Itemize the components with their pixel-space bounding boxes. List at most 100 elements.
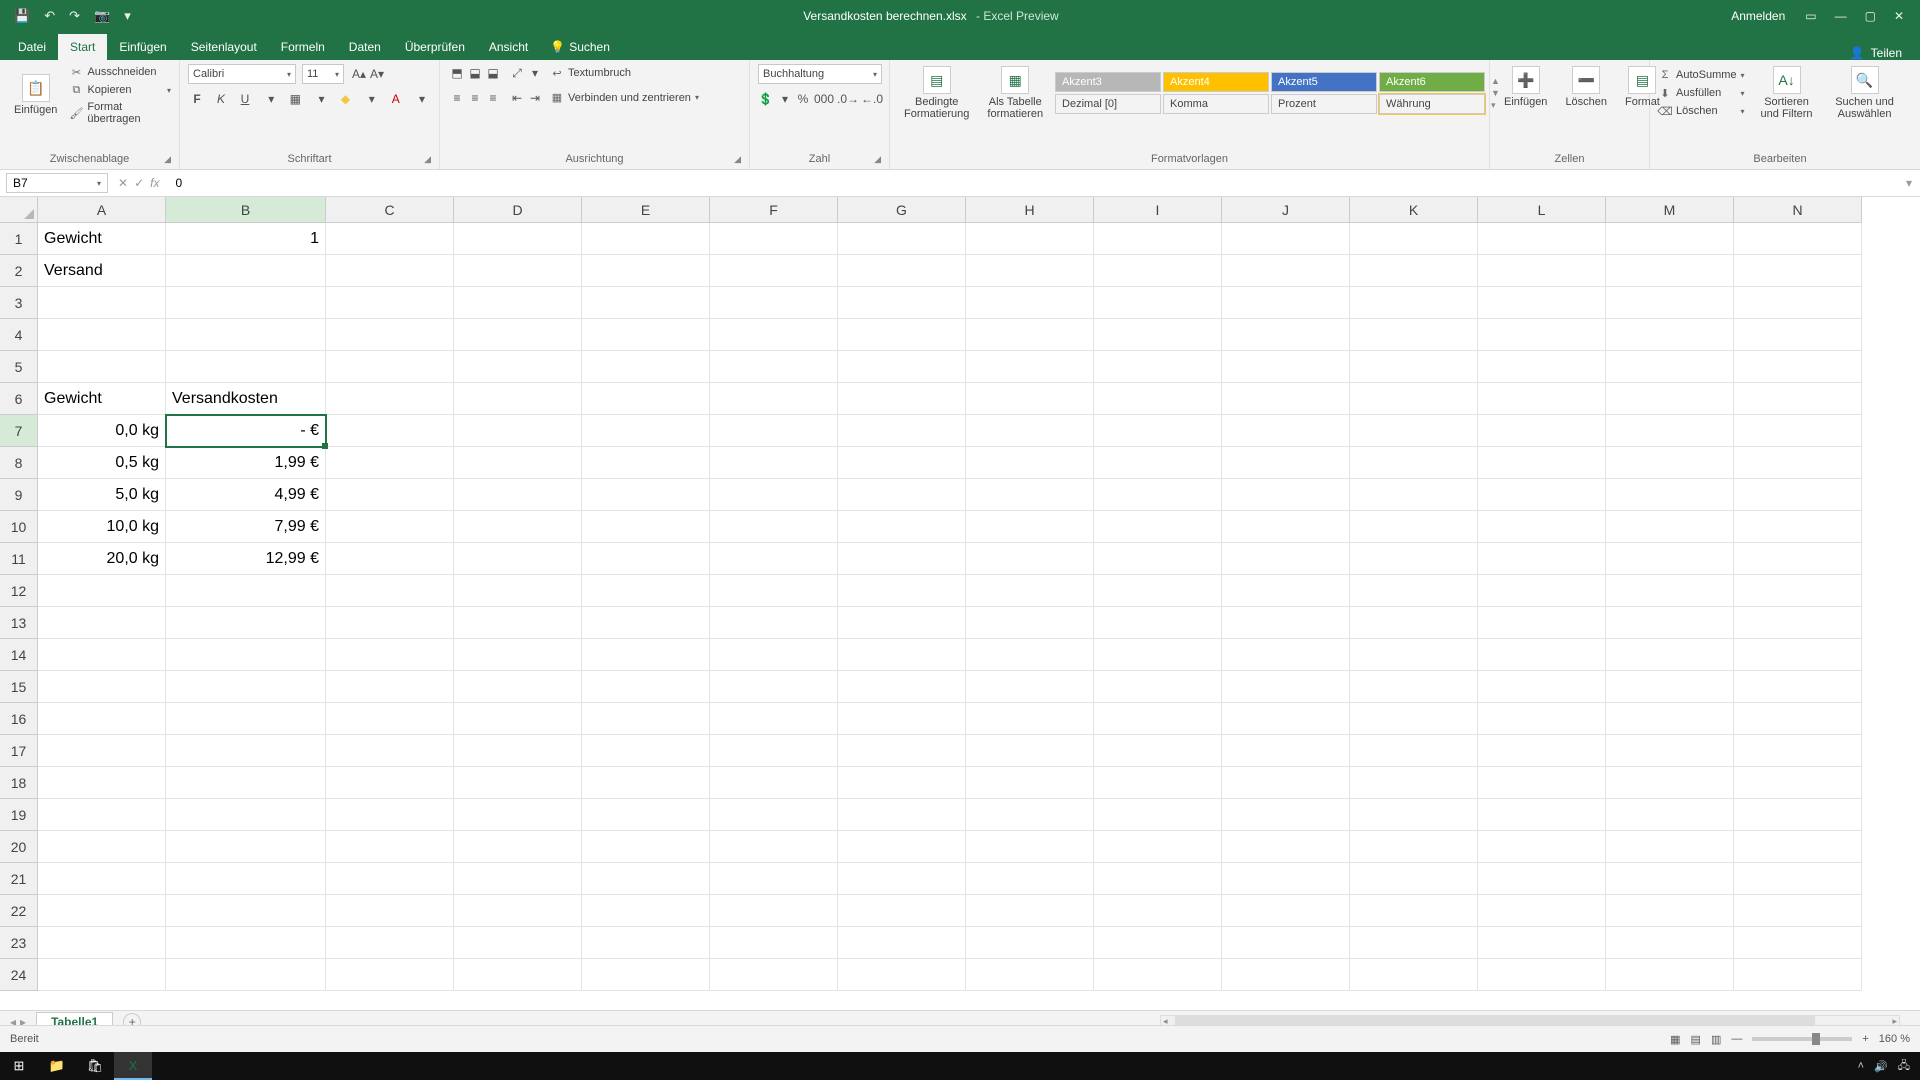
cell-B20[interactable]	[166, 831, 326, 863]
cell-M14[interactable]	[1606, 639, 1734, 671]
cell-E24[interactable]	[582, 959, 710, 991]
cell-E1[interactable]	[582, 223, 710, 255]
cell-K1[interactable]	[1350, 223, 1478, 255]
cell-J15[interactable]	[1222, 671, 1350, 703]
column-header-A[interactable]: A	[38, 197, 166, 223]
cell-G8[interactable]	[838, 447, 966, 479]
cell-M10[interactable]	[1606, 511, 1734, 543]
cell-N5[interactable]	[1734, 351, 1862, 383]
cell-G21[interactable]	[838, 863, 966, 895]
cell-C13[interactable]	[326, 607, 454, 639]
row-header-23[interactable]: 23	[0, 927, 38, 959]
row-header-7[interactable]: 7	[0, 415, 38, 447]
cell-D2[interactable]	[454, 255, 582, 287]
cell-H9[interactable]	[966, 479, 1094, 511]
cell-M5[interactable]	[1606, 351, 1734, 383]
cell-H18[interactable]	[966, 767, 1094, 799]
cell-A20[interactable]	[38, 831, 166, 863]
style-akzent4[interactable]: Akzent4	[1163, 72, 1269, 92]
cell-I4[interactable]	[1094, 319, 1222, 351]
page-break-view-button[interactable]: ▥	[1711, 1033, 1721, 1046]
cell-D21[interactable]	[454, 863, 582, 895]
cell-J16[interactable]	[1222, 703, 1350, 735]
cell-K19[interactable]	[1350, 799, 1478, 831]
border-more[interactable]: ▾	[313, 90, 331, 108]
cell-K18[interactable]	[1350, 767, 1478, 799]
cell-M1[interactable]	[1606, 223, 1734, 255]
zoom-out-button[interactable]: —	[1731, 1033, 1742, 1045]
cell-F2[interactable]	[710, 255, 838, 287]
cell-I11[interactable]	[1094, 543, 1222, 575]
cell-G20[interactable]	[838, 831, 966, 863]
row-header-15[interactable]: 15	[0, 671, 38, 703]
cell-A9[interactable]: 5,0 kg	[38, 479, 166, 511]
tell-me-search[interactable]: 💡 Suchen	[540, 34, 620, 60]
cell-D7[interactable]	[454, 415, 582, 447]
cell-J24[interactable]	[1222, 959, 1350, 991]
cell-D10[interactable]	[454, 511, 582, 543]
cell-C5[interactable]	[326, 351, 454, 383]
cell-M3[interactable]	[1606, 287, 1734, 319]
cell-F4[interactable]	[710, 319, 838, 351]
cell-C22[interactable]	[326, 895, 454, 927]
cell-A12[interactable]	[38, 575, 166, 607]
tab-daten[interactable]: Daten	[337, 34, 393, 60]
cell-M24[interactable]	[1606, 959, 1734, 991]
cell-H1[interactable]	[966, 223, 1094, 255]
cell-L21[interactable]	[1478, 863, 1606, 895]
cell-J7[interactable]	[1222, 415, 1350, 447]
row-header-10[interactable]: 10	[0, 511, 38, 543]
cell-C4[interactable]	[326, 319, 454, 351]
cell-I24[interactable]	[1094, 959, 1222, 991]
cell-I9[interactable]	[1094, 479, 1222, 511]
cell-N15[interactable]	[1734, 671, 1862, 703]
cell-A6[interactable]: Gewicht	[38, 383, 166, 415]
cell-H17[interactable]	[966, 735, 1094, 767]
cell-G19[interactable]	[838, 799, 966, 831]
cell-A5[interactable]	[38, 351, 166, 383]
cell-F3[interactable]	[710, 287, 838, 319]
cell-A7[interactable]: 0,0 kg	[38, 415, 166, 447]
cell-L3[interactable]	[1478, 287, 1606, 319]
cell-E8[interactable]	[582, 447, 710, 479]
qat-more-icon[interactable]: ▾	[124, 8, 131, 24]
cell-A15[interactable]	[38, 671, 166, 703]
cell-C16[interactable]	[326, 703, 454, 735]
cell-E9[interactable]	[582, 479, 710, 511]
cell-A8[interactable]: 0,5 kg	[38, 447, 166, 479]
row-header-19[interactable]: 19	[0, 799, 38, 831]
cell-N6[interactable]	[1734, 383, 1862, 415]
cell-K13[interactable]	[1350, 607, 1478, 639]
style-akzent3[interactable]: Akzent3	[1055, 72, 1161, 92]
cell-J22[interactable]	[1222, 895, 1350, 927]
confirm-formula-icon[interactable]: ✓	[134, 176, 144, 190]
cell-L7[interactable]	[1478, 415, 1606, 447]
cell-B16[interactable]	[166, 703, 326, 735]
format-painter-button[interactable]: 🖌Format übertragen	[69, 100, 171, 126]
cell-I8[interactable]	[1094, 447, 1222, 479]
cell-G10[interactable]	[838, 511, 966, 543]
cell-N7[interactable]	[1734, 415, 1862, 447]
cell-H7[interactable]	[966, 415, 1094, 447]
cell-H6[interactable]	[966, 383, 1094, 415]
row-header-12[interactable]: 12	[0, 575, 38, 607]
align-middle-button[interactable]: ⬓	[466, 64, 484, 82]
tab-seitenlayout[interactable]: Seitenlayout	[179, 34, 269, 60]
cell-A2[interactable]: Versand	[38, 255, 166, 287]
cell-B14[interactable]	[166, 639, 326, 671]
cell-H21[interactable]	[966, 863, 1094, 895]
cell-F6[interactable]	[710, 383, 838, 415]
cell-J18[interactable]	[1222, 767, 1350, 799]
cell-B17[interactable]	[166, 735, 326, 767]
cell-L16[interactable]	[1478, 703, 1606, 735]
cell-A17[interactable]	[38, 735, 166, 767]
copy-button[interactable]: ⧉Kopieren▾	[69, 82, 171, 98]
cell-F24[interactable]	[710, 959, 838, 991]
cell-J23[interactable]	[1222, 927, 1350, 959]
tab-formeln[interactable]: Formeln	[269, 34, 337, 60]
font-color-button[interactable]: A	[387, 90, 405, 108]
cell-G7[interactable]	[838, 415, 966, 447]
cell-D9[interactable]	[454, 479, 582, 511]
cell-D8[interactable]	[454, 447, 582, 479]
column-header-B[interactable]: B	[166, 197, 326, 223]
